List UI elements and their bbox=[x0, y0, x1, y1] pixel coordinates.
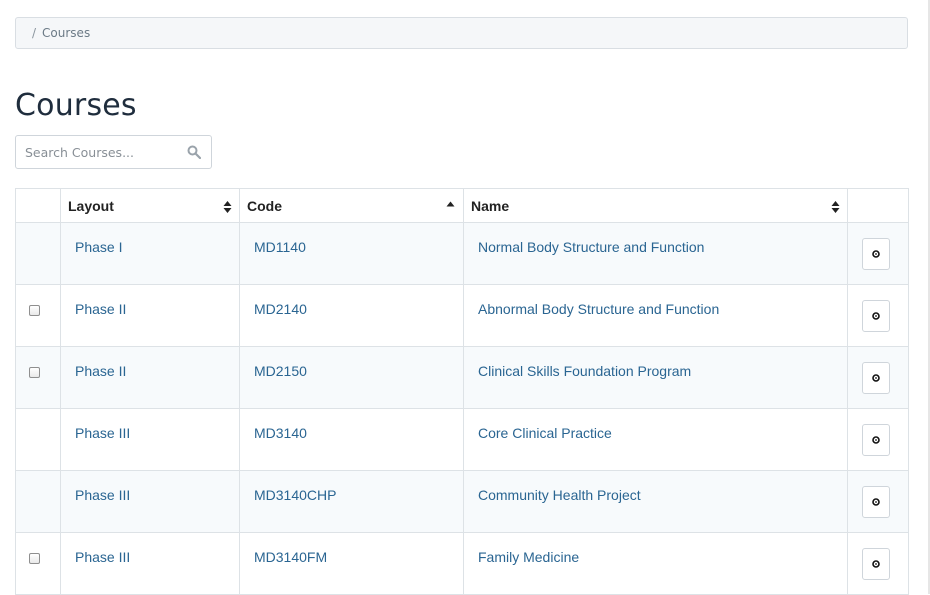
table-row: Phase I MD1140 Normal Body Structure and F… bbox=[15, 222, 909, 285]
row-select-cell bbox=[15, 284, 61, 347]
action-cell bbox=[847, 408, 909, 471]
table-row: Phase III MD3140 Core Clinical Practice bbox=[15, 408, 909, 471]
row-settings-button[interactable] bbox=[862, 238, 890, 270]
action-cell bbox=[847, 222, 909, 285]
breadcrumb-separator: / bbox=[32, 26, 37, 40]
code-cell: MD3140 bbox=[239, 408, 464, 471]
table-row: Phase III MD3140FM Family Medicine bbox=[15, 532, 909, 595]
code-link[interactable]: MD3140 bbox=[240, 409, 463, 441]
search-box bbox=[15, 135, 212, 169]
row-settings-button[interactable] bbox=[862, 486, 890, 518]
name-cell: Abnormal Body Structure and Function bbox=[463, 284, 848, 347]
code-column-label: Code bbox=[247, 197, 282, 214]
code-cell: MD3140FM bbox=[239, 532, 464, 595]
row-select-cell bbox=[15, 222, 61, 285]
name-cell: Normal Body Structure and Function bbox=[463, 222, 848, 285]
row-settings-button[interactable] bbox=[862, 362, 890, 394]
gear-icon bbox=[872, 560, 880, 568]
course-name-link[interactable]: Core Clinical Practice bbox=[464, 409, 847, 441]
sort-ascending-icon[interactable] bbox=[446, 201, 455, 207]
table-row: Phase III MD3140CHP Community Health Proje… bbox=[15, 470, 909, 533]
name-column-label: Name bbox=[471, 197, 510, 214]
name-cell: Clinical Skills Foundation Program bbox=[463, 346, 848, 409]
gear-icon bbox=[872, 250, 880, 258]
code-link[interactable]: MD1140 bbox=[240, 223, 463, 255]
layout-cell: Phase II bbox=[60, 284, 240, 347]
courses-table: Layout Code Name Phase I MD1140 Normal B… bbox=[15, 188, 909, 595]
code-link[interactable]: MD3140CHP bbox=[240, 471, 463, 503]
sort-both-icon[interactable] bbox=[223, 200, 232, 214]
code-link[interactable]: MD3140FM bbox=[240, 533, 463, 565]
action-cell bbox=[847, 532, 909, 595]
code-cell: MD3140CHP bbox=[239, 470, 464, 533]
gear-icon bbox=[872, 498, 880, 506]
course-name-link[interactable]: Abnormal Body Structure and Function bbox=[464, 285, 847, 317]
code-column-header[interactable]: Code bbox=[239, 188, 464, 223]
row-checkbox[interactable] bbox=[29, 367, 40, 378]
layout-link[interactable]: Phase III bbox=[61, 409, 239, 441]
gear-icon bbox=[872, 436, 880, 444]
layout-link[interactable]: Phase II bbox=[61, 347, 239, 379]
row-select-cell bbox=[15, 532, 61, 595]
layout-cell: Phase I bbox=[60, 222, 240, 285]
layout-column-header[interactable]: Layout bbox=[60, 188, 240, 223]
layout-cell: Phase II bbox=[60, 346, 240, 409]
row-settings-button[interactable] bbox=[862, 300, 890, 332]
code-link[interactable]: MD2150 bbox=[240, 347, 463, 379]
row-select-cell bbox=[15, 408, 61, 471]
course-name-link[interactable]: Community Health Project bbox=[464, 471, 847, 503]
layout-column-label: Layout bbox=[68, 197, 114, 214]
name-cell: Community Health Project bbox=[463, 470, 848, 533]
course-name-link[interactable]: Family Medicine bbox=[464, 533, 847, 565]
layout-link[interactable]: Phase III bbox=[61, 533, 239, 565]
breadcrumb: / Courses bbox=[15, 17, 908, 49]
search-icon[interactable] bbox=[187, 145, 201, 159]
layout-link[interactable]: Phase III bbox=[61, 471, 239, 503]
name-column-header[interactable]: Name bbox=[463, 188, 848, 223]
code-link[interactable]: MD2140 bbox=[240, 285, 463, 317]
action-cell bbox=[847, 284, 909, 347]
layout-link[interactable]: Phase I bbox=[61, 223, 239, 255]
course-name-link[interactable]: Clinical Skills Foundation Program bbox=[464, 347, 847, 379]
action-cell bbox=[847, 346, 909, 409]
page-title: Courses bbox=[15, 88, 137, 123]
code-cell: MD1140 bbox=[239, 222, 464, 285]
layout-cell: Phase III bbox=[60, 470, 240, 533]
gear-icon bbox=[872, 374, 880, 382]
course-name-link[interactable]: Normal Body Structure and Function bbox=[464, 223, 847, 255]
layout-link[interactable]: Phase II bbox=[61, 285, 239, 317]
layout-cell: Phase III bbox=[60, 408, 240, 471]
actions-column-header bbox=[847, 188, 909, 223]
select-column-header bbox=[15, 188, 61, 223]
row-settings-button[interactable] bbox=[862, 424, 890, 456]
name-cell: Family Medicine bbox=[463, 532, 848, 595]
row-checkbox[interactable] bbox=[29, 553, 40, 564]
row-checkbox[interactable] bbox=[29, 305, 40, 316]
breadcrumb-item-courses: Courses bbox=[42, 26, 91, 40]
gear-icon bbox=[872, 312, 880, 320]
table-header-row: Layout Code Name bbox=[15, 188, 909, 223]
row-select-cell bbox=[15, 470, 61, 533]
name-cell: Core Clinical Practice bbox=[463, 408, 848, 471]
search-input[interactable] bbox=[16, 137, 185, 167]
action-cell bbox=[847, 470, 909, 533]
table-row: Phase II MD2150 Clinical Skills Foundation… bbox=[15, 346, 909, 409]
layout-cell: Phase III bbox=[60, 532, 240, 595]
sort-both-icon[interactable] bbox=[831, 200, 840, 214]
code-cell: MD2150 bbox=[239, 346, 464, 409]
code-cell: MD2140 bbox=[239, 284, 464, 347]
row-settings-button[interactable] bbox=[862, 548, 890, 580]
table-row: Phase II MD2140 Abnormal Body Structure an… bbox=[15, 284, 909, 347]
row-select-cell bbox=[15, 346, 61, 409]
